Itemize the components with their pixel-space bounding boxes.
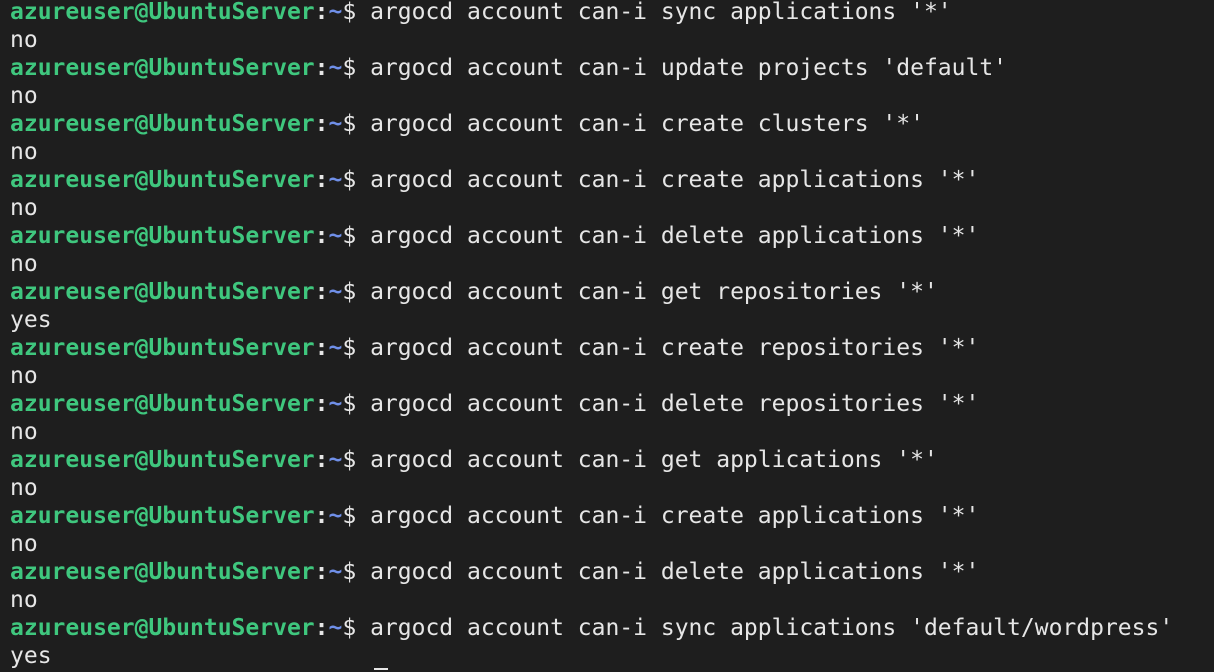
prompt-user-host: azureuser@UbuntuServer — [10, 55, 315, 81]
prompt-user-host: azureuser@UbuntuServer — [10, 111, 315, 137]
command-line: azureuser@UbuntuServer:~$ argocd account… — [10, 54, 1214, 82]
prompt-separator: : — [314, 55, 329, 81]
command-line: azureuser@UbuntuServer:~$ argocd account… — [10, 110, 1214, 138]
prompt-symbol: $ — [342, 615, 371, 641]
prompt-path: ~ — [328, 335, 343, 361]
command-output: no — [10, 419, 38, 445]
prompt-path: ~ — [328, 615, 343, 641]
command-text: argocd account can-i delete applications… — [370, 223, 980, 249]
prompt-symbol: $ — [342, 391, 371, 417]
prompt-separator: : — [314, 503, 329, 529]
command-line: azureuser@UbuntuServer:~$ argocd account… — [10, 390, 1214, 418]
prompt-path: ~ — [328, 223, 343, 249]
prompt-separator: : — [314, 0, 329, 25]
terminal-cursor — [374, 668, 388, 670]
command-text: argocd account can-i create applications… — [370, 503, 980, 529]
prompt-user-host: azureuser@UbuntuServer — [10, 223, 315, 249]
command-line: azureuser@UbuntuServer:~$ argocd account… — [10, 558, 1214, 586]
command-text: argocd account can-i delete repositories… — [370, 391, 980, 417]
command-output: no — [10, 27, 38, 53]
command-text: argocd account can-i create clusters '*' — [370, 111, 924, 137]
prompt-symbol: $ — [342, 223, 371, 249]
prompt-symbol: $ — [342, 447, 371, 473]
prompt-user-host: azureuser@UbuntuServer — [10, 0, 315, 25]
command-output: no — [10, 363, 38, 389]
command-line: azureuser@UbuntuServer:~$ argocd account… — [10, 614, 1214, 642]
prompt-separator: : — [314, 279, 329, 305]
command-text: argocd account can-i delete applications… — [370, 559, 980, 585]
command-text: argocd account can-i create applications… — [370, 167, 980, 193]
command-text: argocd account can-i create repositories… — [370, 335, 980, 361]
command-output: no — [10, 587, 38, 613]
terminal-output: azureuser@UbuntuServer:~$ argocd account… — [10, 0, 1214, 670]
prompt-separator: : — [314, 335, 329, 361]
prompt-path: ~ — [328, 111, 343, 137]
command-output: yes — [10, 307, 52, 333]
command-line: azureuser@UbuntuServer:~$ argocd account… — [10, 502, 1214, 530]
prompt-path: ~ — [328, 447, 343, 473]
command-text: argocd account can-i sync applications '… — [370, 0, 952, 25]
command-text: argocd account can-i sync applications '… — [370, 615, 1174, 641]
prompt-path: ~ — [328, 55, 343, 81]
prompt-separator: : — [314, 391, 329, 417]
command-text: argocd account can-i get applications '*… — [370, 447, 938, 473]
prompt-symbol: $ — [342, 503, 371, 529]
prompt-symbol: $ — [342, 111, 371, 137]
command-line: azureuser@UbuntuServer:~$ argocd account… — [10, 166, 1214, 194]
prompt-path: ~ — [328, 559, 343, 585]
prompt-user-host: azureuser@UbuntuServer — [10, 559, 315, 585]
prompt-path: ~ — [328, 391, 343, 417]
command-line: azureuser@UbuntuServer:~$ argocd account… — [10, 0, 1214, 26]
prompt-separator: : — [314, 223, 329, 249]
prompt-symbol: $ — [342, 55, 371, 81]
prompt-path: ~ — [328, 503, 343, 529]
prompt-separator: : — [314, 447, 329, 473]
command-output: no — [10, 251, 38, 277]
prompt-symbol: $ — [342, 167, 371, 193]
command-line: azureuser@UbuntuServer:~$ argocd account… — [10, 278, 1214, 306]
command-output: yes — [10, 643, 52, 669]
command-output: no — [10, 531, 38, 557]
prompt-user-host: azureuser@UbuntuServer — [10, 391, 315, 417]
prompt-symbol: $ — [342, 559, 371, 585]
prompt-user-host: azureuser@UbuntuServer — [10, 335, 315, 361]
prompt-separator: : — [314, 559, 329, 585]
command-output: no — [10, 83, 38, 109]
command-text: argocd account can-i update projects 'de… — [370, 55, 1008, 81]
prompt-symbol: $ — [342, 335, 371, 361]
prompt-user-host: azureuser@UbuntuServer — [10, 615, 315, 641]
prompt-path: ~ — [328, 167, 343, 193]
prompt-user-host: azureuser@UbuntuServer — [10, 503, 315, 529]
prompt-path: ~ — [328, 279, 343, 305]
command-output: no — [10, 195, 38, 221]
command-output: no — [10, 139, 38, 165]
prompt-symbol: $ — [342, 0, 371, 25]
prompt-symbol: $ — [342, 279, 371, 305]
prompt-path: ~ — [328, 0, 343, 25]
prompt-user-host: azureuser@UbuntuServer — [10, 167, 315, 193]
command-line: azureuser@UbuntuServer:~$ argocd account… — [10, 446, 1214, 474]
prompt-separator: : — [314, 111, 329, 137]
prompt-separator: : — [314, 167, 329, 193]
prompt-separator: : — [314, 615, 329, 641]
terminal-window[interactable]: azureuser@UbuntuServer:~$ argocd account… — [0, 0, 1214, 672]
command-text: argocd account can-i get repositories '*… — [370, 279, 938, 305]
command-line: azureuser@UbuntuServer:~$ argocd account… — [10, 222, 1214, 250]
prompt-user-host: azureuser@UbuntuServer — [10, 279, 315, 305]
command-line: azureuser@UbuntuServer:~$ argocd account… — [10, 334, 1214, 362]
command-output: no — [10, 475, 38, 501]
prompt-user-host: azureuser@UbuntuServer — [10, 447, 315, 473]
